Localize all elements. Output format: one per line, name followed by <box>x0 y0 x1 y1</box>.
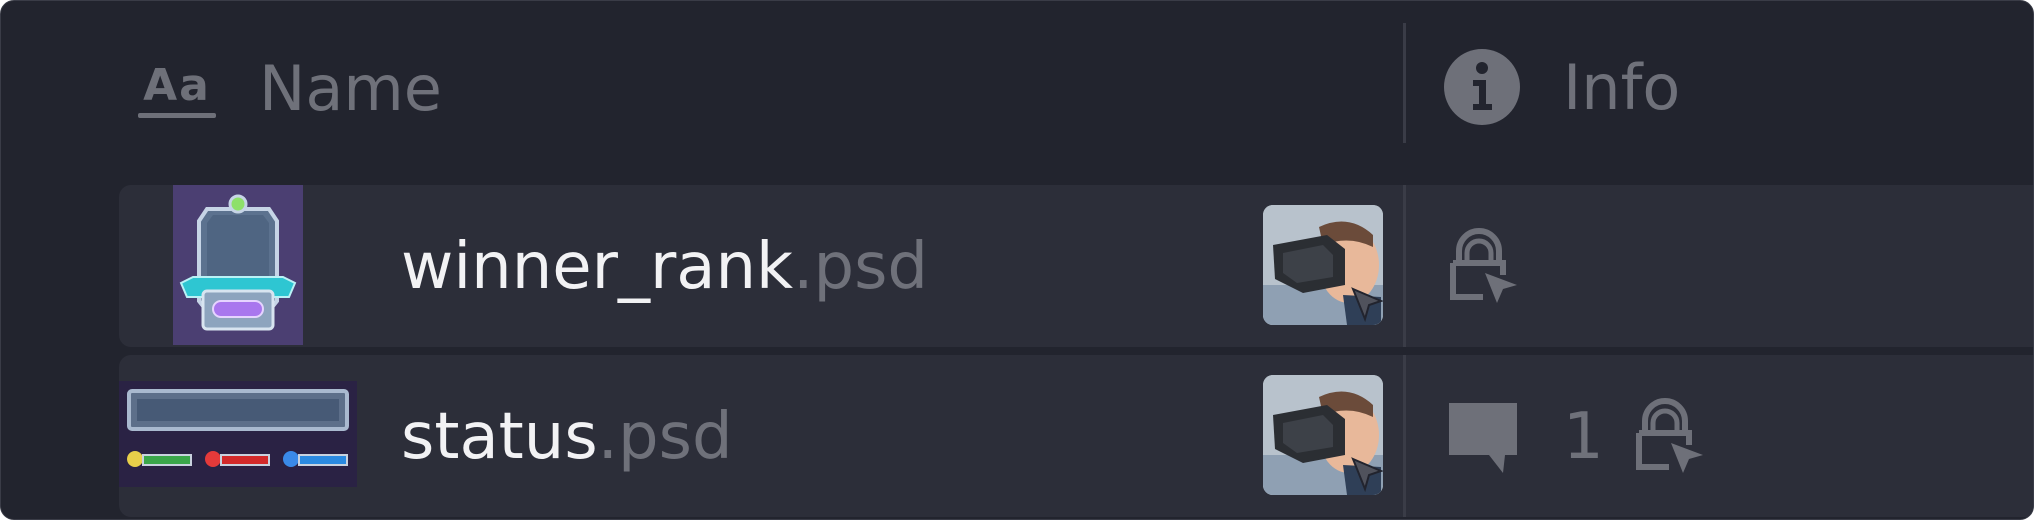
info-icon <box>1444 49 1520 125</box>
file-base-name: winner_rank <box>401 230 794 304</box>
column-header-info[interactable]: Info <box>1443 47 1680 127</box>
header-divider <box>1403 23 1406 143</box>
column-info-label: Info <box>1563 50 1681 124</box>
file-thumbnail <box>119 381 357 487</box>
row-divider <box>1403 185 1406 347</box>
file-name[interactable]: status.psd <box>401 397 733 477</box>
row-divider <box>1403 355 1406 517</box>
file-name[interactable]: winner_rank.psd <box>401 227 928 307</box>
lock-cursor-icon[interactable] <box>1441 227 1521 307</box>
comment-icon[interactable] <box>1443 397 1523 477</box>
column-name-label: Name <box>259 52 442 125</box>
file-thumbnail <box>173 185 303 345</box>
user-avatar[interactable] <box>1263 205 1383 325</box>
cursor-icon <box>1351 287 1383 323</box>
file-base-name: status <box>401 400 598 474</box>
lock-cursor-icon[interactable] <box>1627 397 1707 477</box>
user-avatar[interactable] <box>1263 375 1383 495</box>
table-header: Aa Name Info <box>1 1 2033 181</box>
text-format-icon: Aa <box>137 53 217 125</box>
column-header-name[interactable]: Aa Name <box>137 49 442 129</box>
cursor-icon <box>1351 457 1383 493</box>
comment-count: 1 <box>1563 400 1604 474</box>
file-extension: .psd <box>597 400 733 474</box>
file-extension: .psd <box>793 230 929 304</box>
file-list-panel: Aa Name Info winner_rank.psd status.psd … <box>0 0 2034 520</box>
